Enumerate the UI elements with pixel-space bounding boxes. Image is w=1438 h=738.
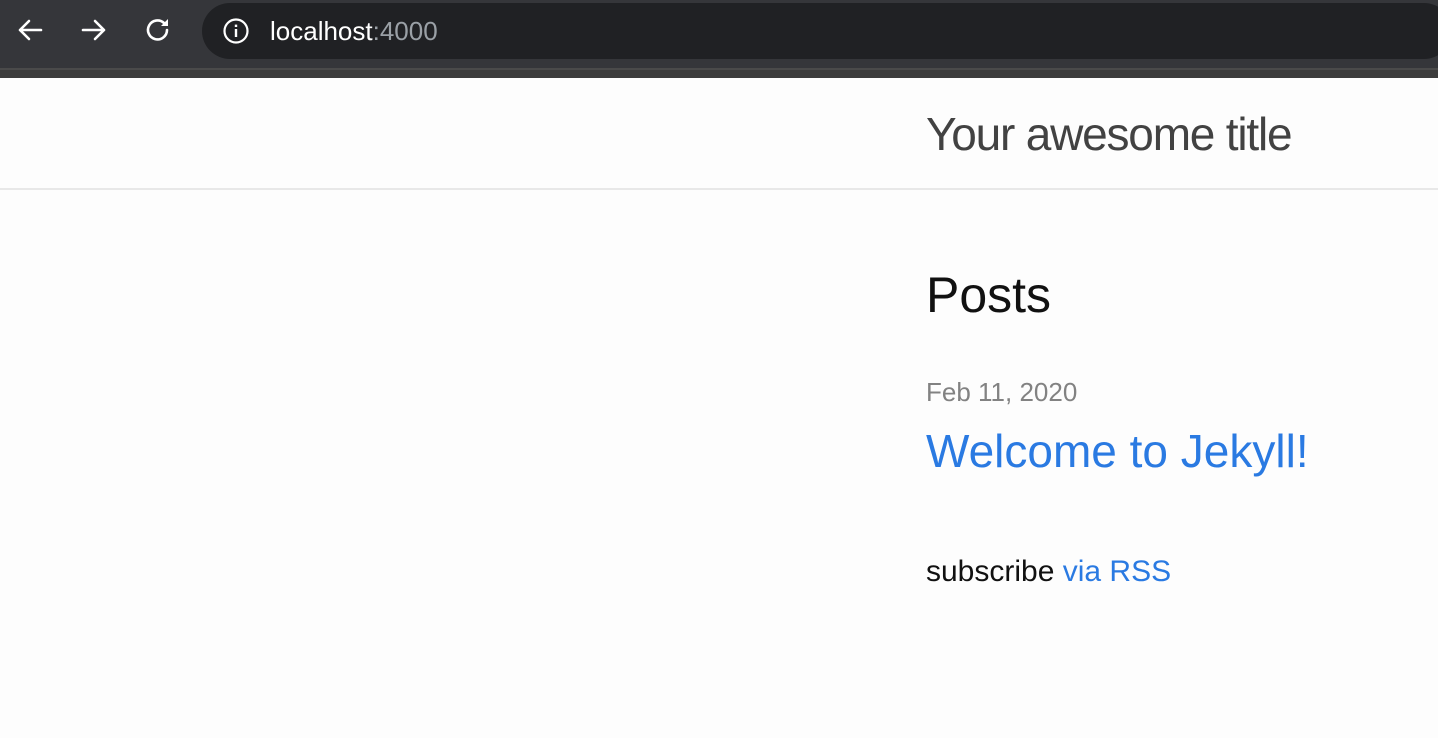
reload-icon [146,19,169,41]
toolbar-divider [0,68,1438,78]
info-icon[interactable] [222,17,250,45]
arrow-left-icon [18,19,43,41]
post-date: Feb 11, 2020 [926,377,1078,407]
back-button[interactable] [12,12,48,48]
url-host: localhost [270,16,373,46]
address-bar[interactable]: localhost:4000 [202,3,1438,59]
browser-toolbar: localhost:4000 [0,0,1438,68]
arrow-right-icon [81,19,106,41]
site-header: Your awesome title [0,78,1438,190]
rss-prefix: subscribe [926,555,1055,588]
site-title-link[interactable]: Your awesome title [926,104,1293,164]
reload-button[interactable] [140,12,176,48]
post-link[interactable]: Welcome to Jekyll! [926,422,1309,480]
rss-link[interactable]: via RSS [1063,555,1171,588]
post-list-heading: Posts [926,267,1052,323]
url-text[interactable]: localhost:4000 [270,15,438,47]
forward-button[interactable] [76,12,112,48]
url-port: :4000 [372,16,438,46]
rss-subscribe: subscribe via RSS [926,554,1171,590]
